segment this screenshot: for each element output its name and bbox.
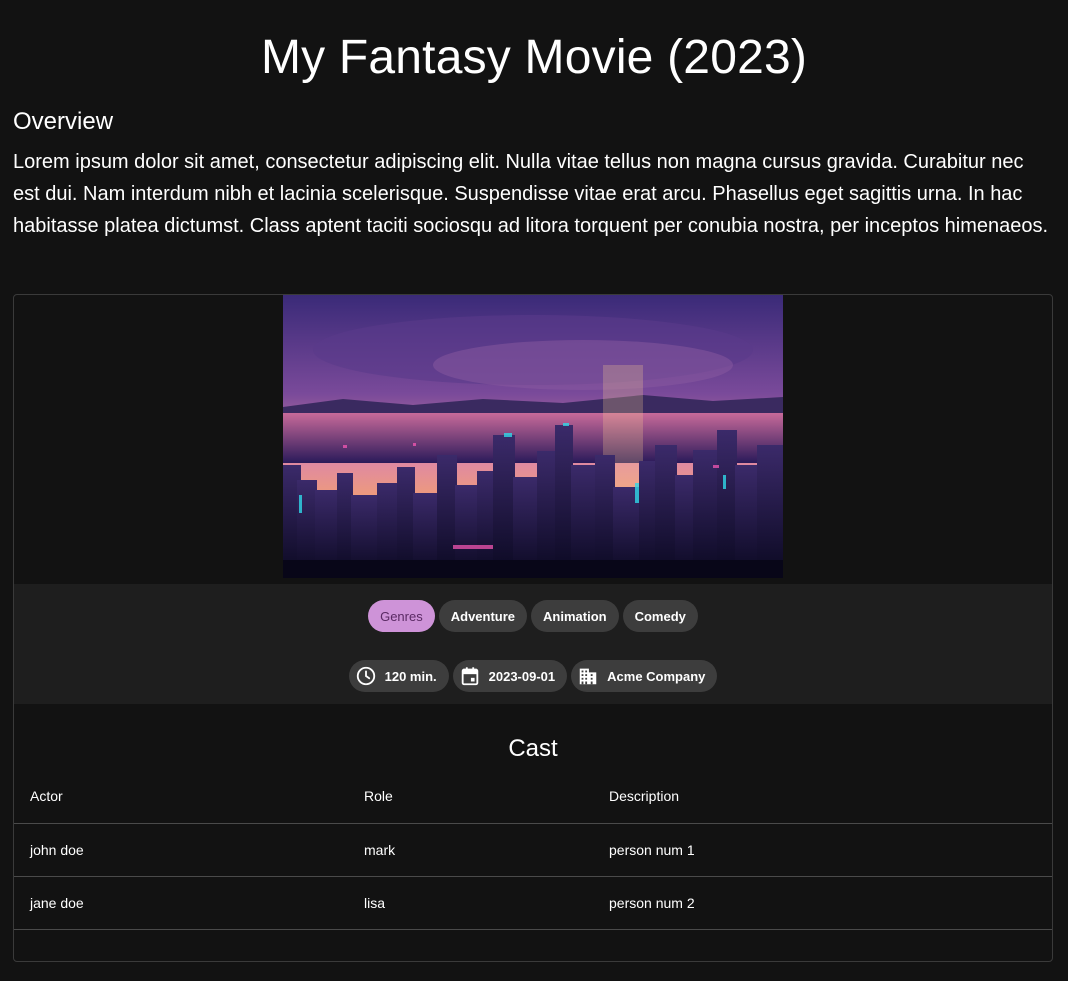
calendar-icon — [459, 665, 481, 687]
runtime-chip[interactable]: 120 min. — [348, 660, 449, 692]
release-date-chip[interactable]: 2023-09-01 — [452, 660, 568, 692]
table-row: john doe mark person num 1 — [14, 823, 1052, 877]
column-header-actor: Actor — [14, 768, 348, 824]
company-text: Acme Company — [607, 668, 706, 684]
genre-chip[interactable]: Adventure — [438, 600, 528, 632]
clock-icon — [355, 665, 377, 687]
genre-chip[interactable]: Comedy — [622, 600, 698, 632]
building-icon — [577, 665, 599, 687]
cell-description: person num 1 — [593, 823, 1052, 877]
genre-chip-row: Genres Adventure Animation Comedy — [14, 600, 1052, 632]
movie-card: Genres Adventure Animation Comedy 120 mi… — [13, 294, 1053, 962]
company-chip[interactable]: Acme Company — [571, 660, 718, 692]
table-header-row: Actor Role Description — [14, 768, 1052, 824]
genre-chip[interactable]: Animation — [531, 600, 619, 632]
page-title: My Fantasy Movie (2023) — [260, 31, 808, 84]
cell-actor: jane doe — [14, 876, 348, 930]
cell-role: lisa — [348, 876, 593, 930]
cell-role: mark — [348, 823, 593, 877]
runtime-text: 120 min. — [384, 668, 437, 684]
genres-label-chip: Genres — [368, 600, 435, 632]
chips-panel: Genres Adventure Animation Comedy 120 mi… — [14, 584, 1052, 704]
movie-detail-page: My Fantasy Movie (2023) Overview Lorem i… — [0, 0, 1068, 981]
cell-actor: john doe — [14, 823, 348, 877]
movie-poster — [283, 295, 783, 578]
column-header-role: Role — [348, 768, 593, 824]
overview-heading: Overview — [13, 108, 114, 135]
cast-heading: Cast — [508, 735, 558, 762]
release-date-text: 2023-09-01 — [488, 668, 556, 684]
cast-table: Actor Role Description john doe mark per… — [14, 768, 1052, 930]
column-header-description: Description — [593, 768, 1052, 824]
overview-text: Lorem ipsum dolor sit amet, consectetur … — [13, 151, 1049, 237]
meta-chip-row: 120 min. 2023-09-01 Acme Company — [14, 660, 1052, 692]
table-row: jane doe lisa person num 2 — [14, 876, 1052, 930]
cell-description: person num 2 — [593, 876, 1052, 930]
